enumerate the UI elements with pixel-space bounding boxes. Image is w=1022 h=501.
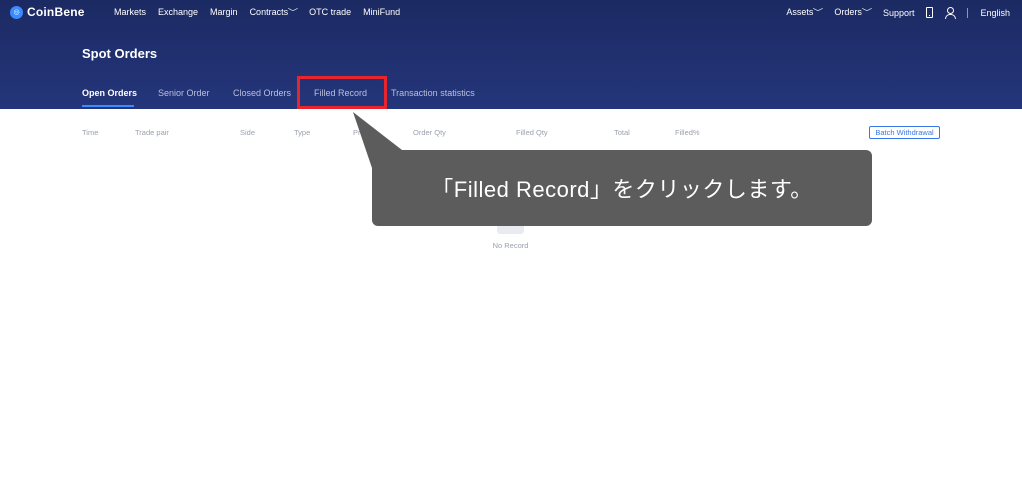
user-account-icon[interactable] (945, 7, 957, 19)
brand-name: CoinBene (27, 5, 85, 19)
nav-contracts[interactable]: Contracts﹀ (249, 7, 299, 18)
column-order-qty: Order Qty (413, 128, 446, 137)
coinbene-logo-icon: ◎ (10, 5, 23, 19)
column-total: Total (614, 128, 630, 137)
filled-record-highlight (297, 76, 387, 109)
tab-closed-orders[interactable]: Closed Orders (233, 88, 291, 98)
nav-orders[interactable]: Orders﹀ (834, 7, 873, 18)
nav-otc-trade[interactable]: OTC trade (309, 7, 351, 18)
nav-minifund[interactable]: MiniFund (363, 7, 400, 18)
chevron-down-icon: ﹀ (861, 8, 873, 17)
tab-senior-order[interactable]: Senior Order (158, 88, 210, 98)
column-trade-pair: Trade pair (135, 128, 169, 137)
nav-support[interactable]: Support (883, 8, 915, 18)
chevron-down-icon: ﹀ (287, 8, 299, 17)
nav-divider (967, 7, 969, 18)
tab-transaction-statistics[interactable]: Transaction statistics (391, 88, 475, 98)
column-filled-qty: Filled Qty (516, 128, 548, 137)
page-title: Spot Orders (82, 46, 158, 61)
instruction-text: 「Filled Record」をクリックします。 (431, 177, 813, 202)
instruction-callout: 「Filled Record」をクリックします。 (372, 150, 872, 226)
chevron-down-icon: ﹀ (813, 8, 824, 17)
tab-open-orders[interactable]: Open Orders (82, 88, 137, 98)
empty-state-text: No Record (492, 241, 529, 250)
main-nav: Markets Exchange Margin Contracts﹀ OTC t… (114, 7, 400, 18)
nav-exchange[interactable]: Exchange (158, 7, 198, 18)
user-nav: Assets﹀ Orders﹀ Support English (786, 7, 1010, 19)
language-selector[interactable]: English (980, 8, 1010, 18)
active-tab-indicator (82, 105, 134, 107)
nav-markets[interactable]: Markets (114, 7, 146, 18)
nav-margin[interactable]: Margin (210, 7, 238, 18)
nav-orders-label: Orders (834, 7, 862, 17)
column-time: Time (82, 128, 99, 137)
nav-assets-label: Assets (786, 7, 814, 17)
column-price: Price (353, 128, 371, 137)
brand-logo[interactable]: ◎ CoinBene (10, 5, 85, 19)
mobile-app-icon[interactable] (926, 7, 934, 18)
column-side: Side (240, 128, 256, 137)
nav-contracts-label: Contracts (249, 7, 289, 17)
nav-assets[interactable]: Assets﹀ (786, 7, 824, 18)
batch-withdrawal-button[interactable]: Batch Withdrawal (869, 126, 940, 139)
column-type: Type (294, 128, 311, 137)
column-filled-percent: Filled% (675, 128, 700, 137)
